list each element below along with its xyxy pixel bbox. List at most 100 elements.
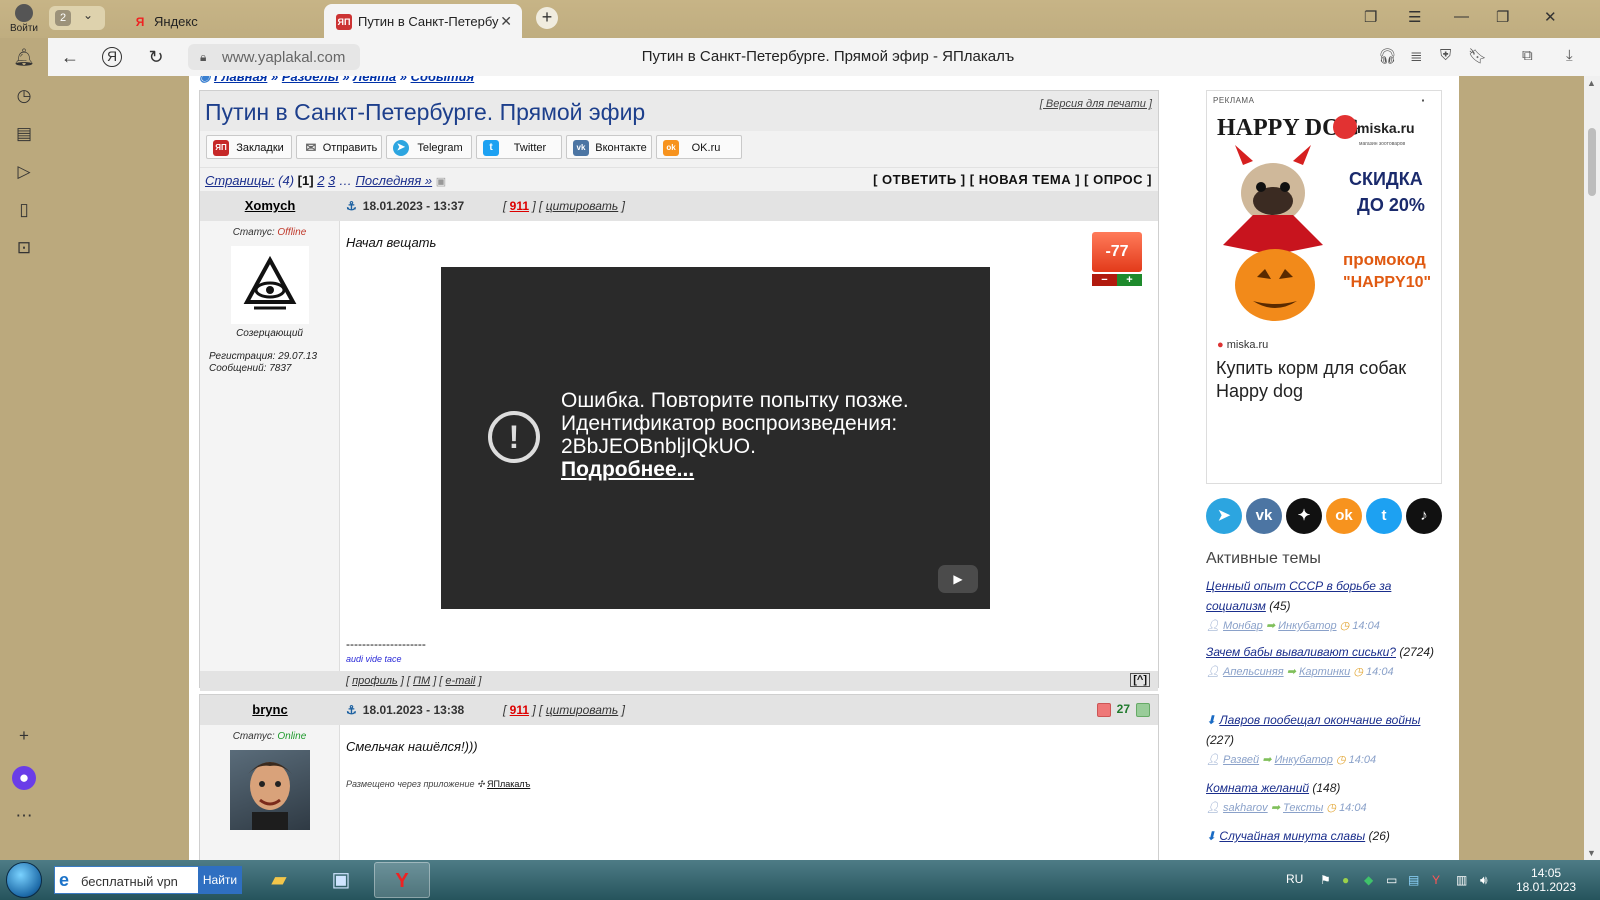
language-indicator[interactable]: RU [1286, 872, 1303, 886]
more-icon[interactable]: ⋯ [12, 804, 36, 828]
twitter-icon[interactable]: t [1366, 498, 1402, 534]
extensions-icon[interactable]: ⧉ [1522, 47, 1533, 64]
back-icon[interactable]: ← [58, 45, 82, 69]
flag-icon[interactable]: ⚑ [1320, 873, 1331, 887]
topic-author[interactable]: Монбар [1223, 620, 1263, 632]
scroll-up-icon[interactable]: ▲ [1587, 78, 1596, 88]
vote-up-icon[interactable] [1136, 702, 1150, 717]
topic-section[interactable]: Картинки [1299, 666, 1350, 678]
protect-icon[interactable]: ⛨ [1440, 47, 1451, 64]
vk-icon[interactable]: vk [1246, 498, 1282, 534]
topic-section[interactable]: Тексты [1283, 802, 1323, 814]
more-info-link[interactable]: Подробнее... [561, 458, 694, 481]
shield-icon[interactable]: ◆ [1364, 873, 1373, 887]
page-link-3[interactable]: 3 [328, 173, 335, 188]
rating-minus-button[interactable]: − [1092, 274, 1117, 286]
share-ok-button[interactable]: ok OK.ru [656, 135, 742, 159]
scrollbar-thumb[interactable] [1588, 128, 1596, 196]
telegram-icon[interactable]: ➤ [1206, 498, 1242, 534]
search-button[interactable]: Найти [198, 866, 242, 894]
vertical-scrollbar[interactable]: ▲ ▼ [1584, 76, 1600, 860]
monitor-icon[interactable]: ▭ [1386, 873, 1397, 887]
scroll-top-button[interactable]: [^] [1130, 673, 1150, 687]
volume-icon[interactable]: 🔊︎ [1480, 873, 1488, 888]
close-tab-icon[interactable]: ✕ [500, 13, 512, 30]
network-icon[interactable]: ▥ [1456, 873, 1467, 887]
profile-link[interactable]: профиль [352, 675, 398, 687]
mail-icon[interactable]: ▣ [436, 176, 446, 188]
add-panel-icon[interactable]: + [12, 724, 36, 748]
ad-title[interactable]: Купить корм для собак Happy dog [1216, 357, 1436, 403]
anchor-icon[interactable]: ⚓︎ [346, 703, 357, 717]
ad-site[interactable]: ● miska.ru [1217, 339, 1268, 351]
active-topic-link[interactable]: Ценный опыт СССР в борьбе за социализм [1206, 579, 1391, 613]
breadcrumb-feed[interactable]: Лента [353, 76, 396, 84]
explorer-icon[interactable]: ▰ [250, 862, 308, 898]
avatar[interactable] [229, 750, 310, 830]
tab-yandex[interactable]: Я Яндекс [120, 4, 320, 38]
address-bar[interactable]: 🔒︎ www.yaplakal.com [188, 44, 360, 70]
close-window-icon[interactable]: ✕ [1544, 8, 1557, 26]
download-icon[interactable]: ⤓ [1566, 47, 1573, 64]
active-topic-link[interactable]: Лавров пообещал окончание войны [1219, 713, 1420, 727]
topic-author[interactable]: Апельсиняя [1223, 666, 1284, 678]
notes-icon[interactable]: ▯ [12, 198, 36, 222]
menu-icon[interactable]: ☰ [1408, 8, 1421, 26]
scroll-down-icon[interactable]: ▼ [1587, 848, 1596, 858]
post-author[interactable]: brync [200, 702, 340, 717]
bookmarks-icon[interactable]: ❐ [1364, 8, 1377, 26]
screenshot-icon[interactable]: ⊡ [12, 236, 36, 260]
security-icon[interactable]: ● [1342, 873, 1349, 887]
topic-author[interactable]: sakharov [1223, 802, 1268, 814]
post-number[interactable]: 911 [510, 703, 529, 717]
ad-block[interactable]: РЕКЛАМА ⋮ HAPPY DOG miska.ru магазин зоо… [1206, 90, 1442, 484]
quote-link[interactable]: цитировать [546, 199, 619, 213]
rating-plus-button[interactable]: + [1117, 274, 1142, 286]
topic-author[interactable]: Развей [1223, 754, 1259, 766]
login-button[interactable]: Войти [6, 4, 42, 36]
breadcrumb-sections[interactable]: Разделы [282, 76, 339, 84]
bell-icon[interactable]: 🔔︎ [12, 46, 36, 70]
reload-icon[interactable]: ↻ [144, 45, 168, 69]
yandex-tray-icon[interactable]: Y [1432, 873, 1440, 887]
topic-section[interactable]: Инкубатор [1278, 620, 1336, 632]
ad-image[interactable]: HAPPY DOG miska.ru магазин зоотоваров СК… [1213, 105, 1437, 329]
reader-mode-icon[interactable]: ≣ [1410, 47, 1423, 65]
breadcrumb-events[interactable]: События [411, 76, 475, 84]
share-twitter-button[interactable]: t Twitter [476, 135, 562, 159]
video-player[interactable]: ! Ошибка. Повторите попытку позже. Идент… [441, 267, 990, 609]
print-version-link[interactable]: [ Версия для печати ] [1040, 98, 1152, 110]
system-clock[interactable]: 14:05 18.01.2023 [1516, 866, 1576, 894]
active-topic-link[interactable]: Комната желаний [1206, 781, 1309, 795]
taskbar-search[interactable]: e бесплатный vpn Найти [54, 866, 242, 894]
pm-link[interactable]: ПМ [413, 675, 430, 687]
topic-actions[interactable]: [ ОТВЕТИТЬ ] [ НОВАЯ ТЕМА ] [ ОПРОС ] [873, 172, 1152, 187]
email-link[interactable]: e-mail [445, 675, 475, 687]
tab-counter[interactable]: 2 ⌄ [49, 6, 105, 30]
last-page-link[interactable]: Последняя » [356, 173, 433, 188]
collections-icon[interactable]: ▤ [12, 122, 36, 146]
headphones-icon[interactable]: 🎧︎ [1378, 47, 1397, 65]
yandex-home-icon[interactable]: Я [102, 47, 122, 67]
restore-icon[interactable]: ❐ [1496, 8, 1509, 26]
network-computer-icon[interactable]: ▣ [312, 862, 370, 898]
alice-icon[interactable]: ● [12, 766, 36, 790]
bookmark-icon[interactable]: 🔖︎ [1468, 47, 1487, 65]
dzen-icon[interactable]: ✦ [1286, 498, 1322, 534]
avatar[interactable] [230, 246, 309, 324]
share-telegram-button[interactable]: ➤ Telegram [386, 135, 472, 159]
vote-down-icon[interactable] [1096, 702, 1111, 717]
minimize-icon[interactable]: — [1454, 8, 1469, 25]
topic-section[interactable]: Инкубатор [1274, 754, 1332, 766]
new-tab-button[interactable]: + [536, 7, 558, 29]
post-author[interactable]: Xomych [200, 198, 340, 213]
active-topic-link[interactable]: Случайная минута славы [1219, 829, 1365, 843]
page-link-2[interactable]: 2 [317, 173, 324, 188]
start-button[interactable] [6, 862, 42, 898]
share-vk-button[interactable]: vk Вконтакте [566, 135, 652, 159]
history-icon[interactable]: ◷ [12, 84, 36, 108]
update-icon[interactable]: ▤ [1408, 873, 1419, 887]
anchor-icon[interactable]: ⚓︎ [346, 199, 357, 213]
youtube-logo-icon[interactable]: ▶ [938, 565, 978, 593]
breadcrumb-main[interactable]: Главная [214, 76, 267, 84]
